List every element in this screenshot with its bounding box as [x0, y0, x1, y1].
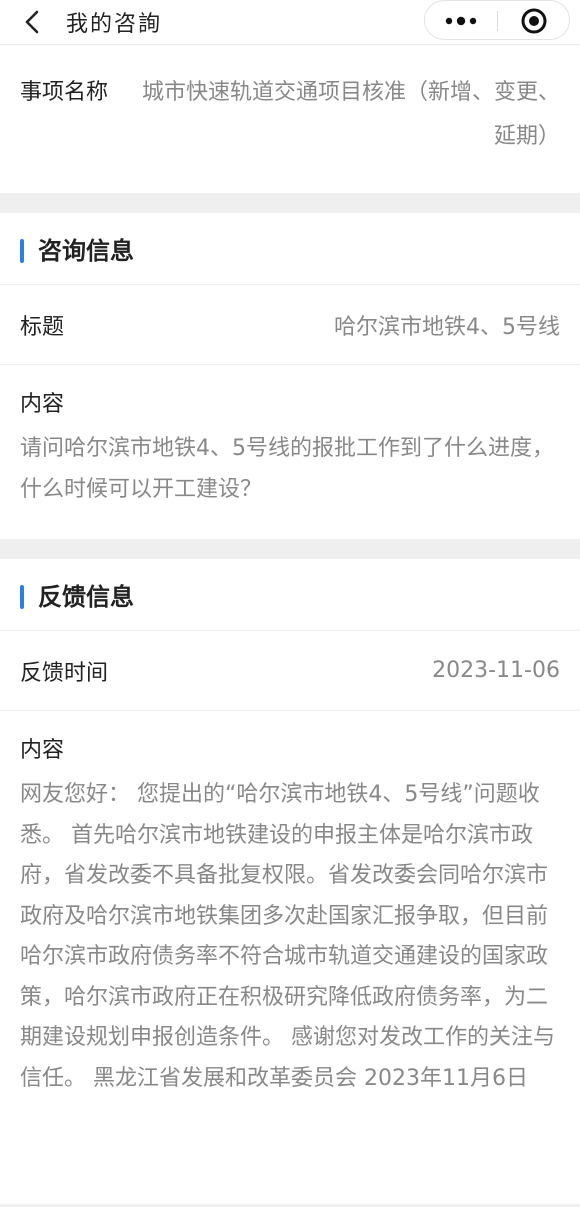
- close-mini-program-button[interactable]: [498, 1, 570, 39]
- spacer: [0, 44, 580, 71]
- more-dots-icon: [445, 16, 477, 26]
- consult-title-value: 哈尔滨市地铁4、5号线: [334, 314, 560, 340]
- feedback-time-value: 2023-11-06: [432, 658, 560, 683]
- feedback-time-row: 反馈时间 2023-11-06: [0, 631, 580, 711]
- consult-title-row: 标题 哈尔滨市地铁4、5号线: [0, 285, 580, 365]
- top-nav-bar: 我的咨詢: [0, 0, 580, 44]
- section-gap: [0, 193, 580, 213]
- feedback-time-label: 反馈时间: [20, 660, 109, 686]
- consult-content-block: 内容 请问哈尔滨市地铁4、5号线的报批工作到了什么进度，什么时候可以开工建设？: [0, 365, 580, 539]
- section-accent-bar: [20, 585, 24, 609]
- consult-content-text: 请问哈尔滨市地铁4、5号线的报批工作到了什么进度，什么时候可以开工建设？: [20, 436, 554, 502]
- target-close-icon: [521, 8, 547, 34]
- feedback-section-title: 反馈信息: [38, 583, 134, 611]
- consult-section-header: 咨询信息: [0, 213, 580, 285]
- section-accent-bar: [20, 239, 24, 263]
- mini-program-capsule: [424, 0, 570, 40]
- feedback-content-block: 内容 网友您好： 您提出的“哈尔滨市地铁4、5号线”问题收悉。 首先哈尔滨市地铁…: [0, 711, 580, 1204]
- item-name-row: 事项名称 城市快速轨道交通项目核准（新增、变更、延期）: [0, 71, 580, 193]
- item-name-label: 事项名称: [20, 80, 109, 105]
- consult-section-title: 咨询信息: [38, 237, 134, 265]
- section-gap: [0, 539, 580, 559]
- page-title: 我的咨詢: [66, 12, 163, 37]
- item-name-value: 城市快速轨道交通项目核准（新增、变更、延期）: [141, 80, 560, 149]
- feedback-section-header: 反馈信息: [0, 559, 580, 631]
- feedback-content-label: 内容: [20, 738, 65, 763]
- back-arrow-icon[interactable]: [22, 9, 44, 35]
- more-options-button[interactable]: [425, 1, 497, 39]
- feedback-content-text: 网友您好： 您提出的“哈尔滨市地铁4、5号线”问题收悉。 首先哈尔滨市地铁建设的…: [20, 782, 555, 1091]
- consult-title-label: 标题: [20, 314, 65, 340]
- consult-content-label: 内容: [20, 392, 65, 417]
